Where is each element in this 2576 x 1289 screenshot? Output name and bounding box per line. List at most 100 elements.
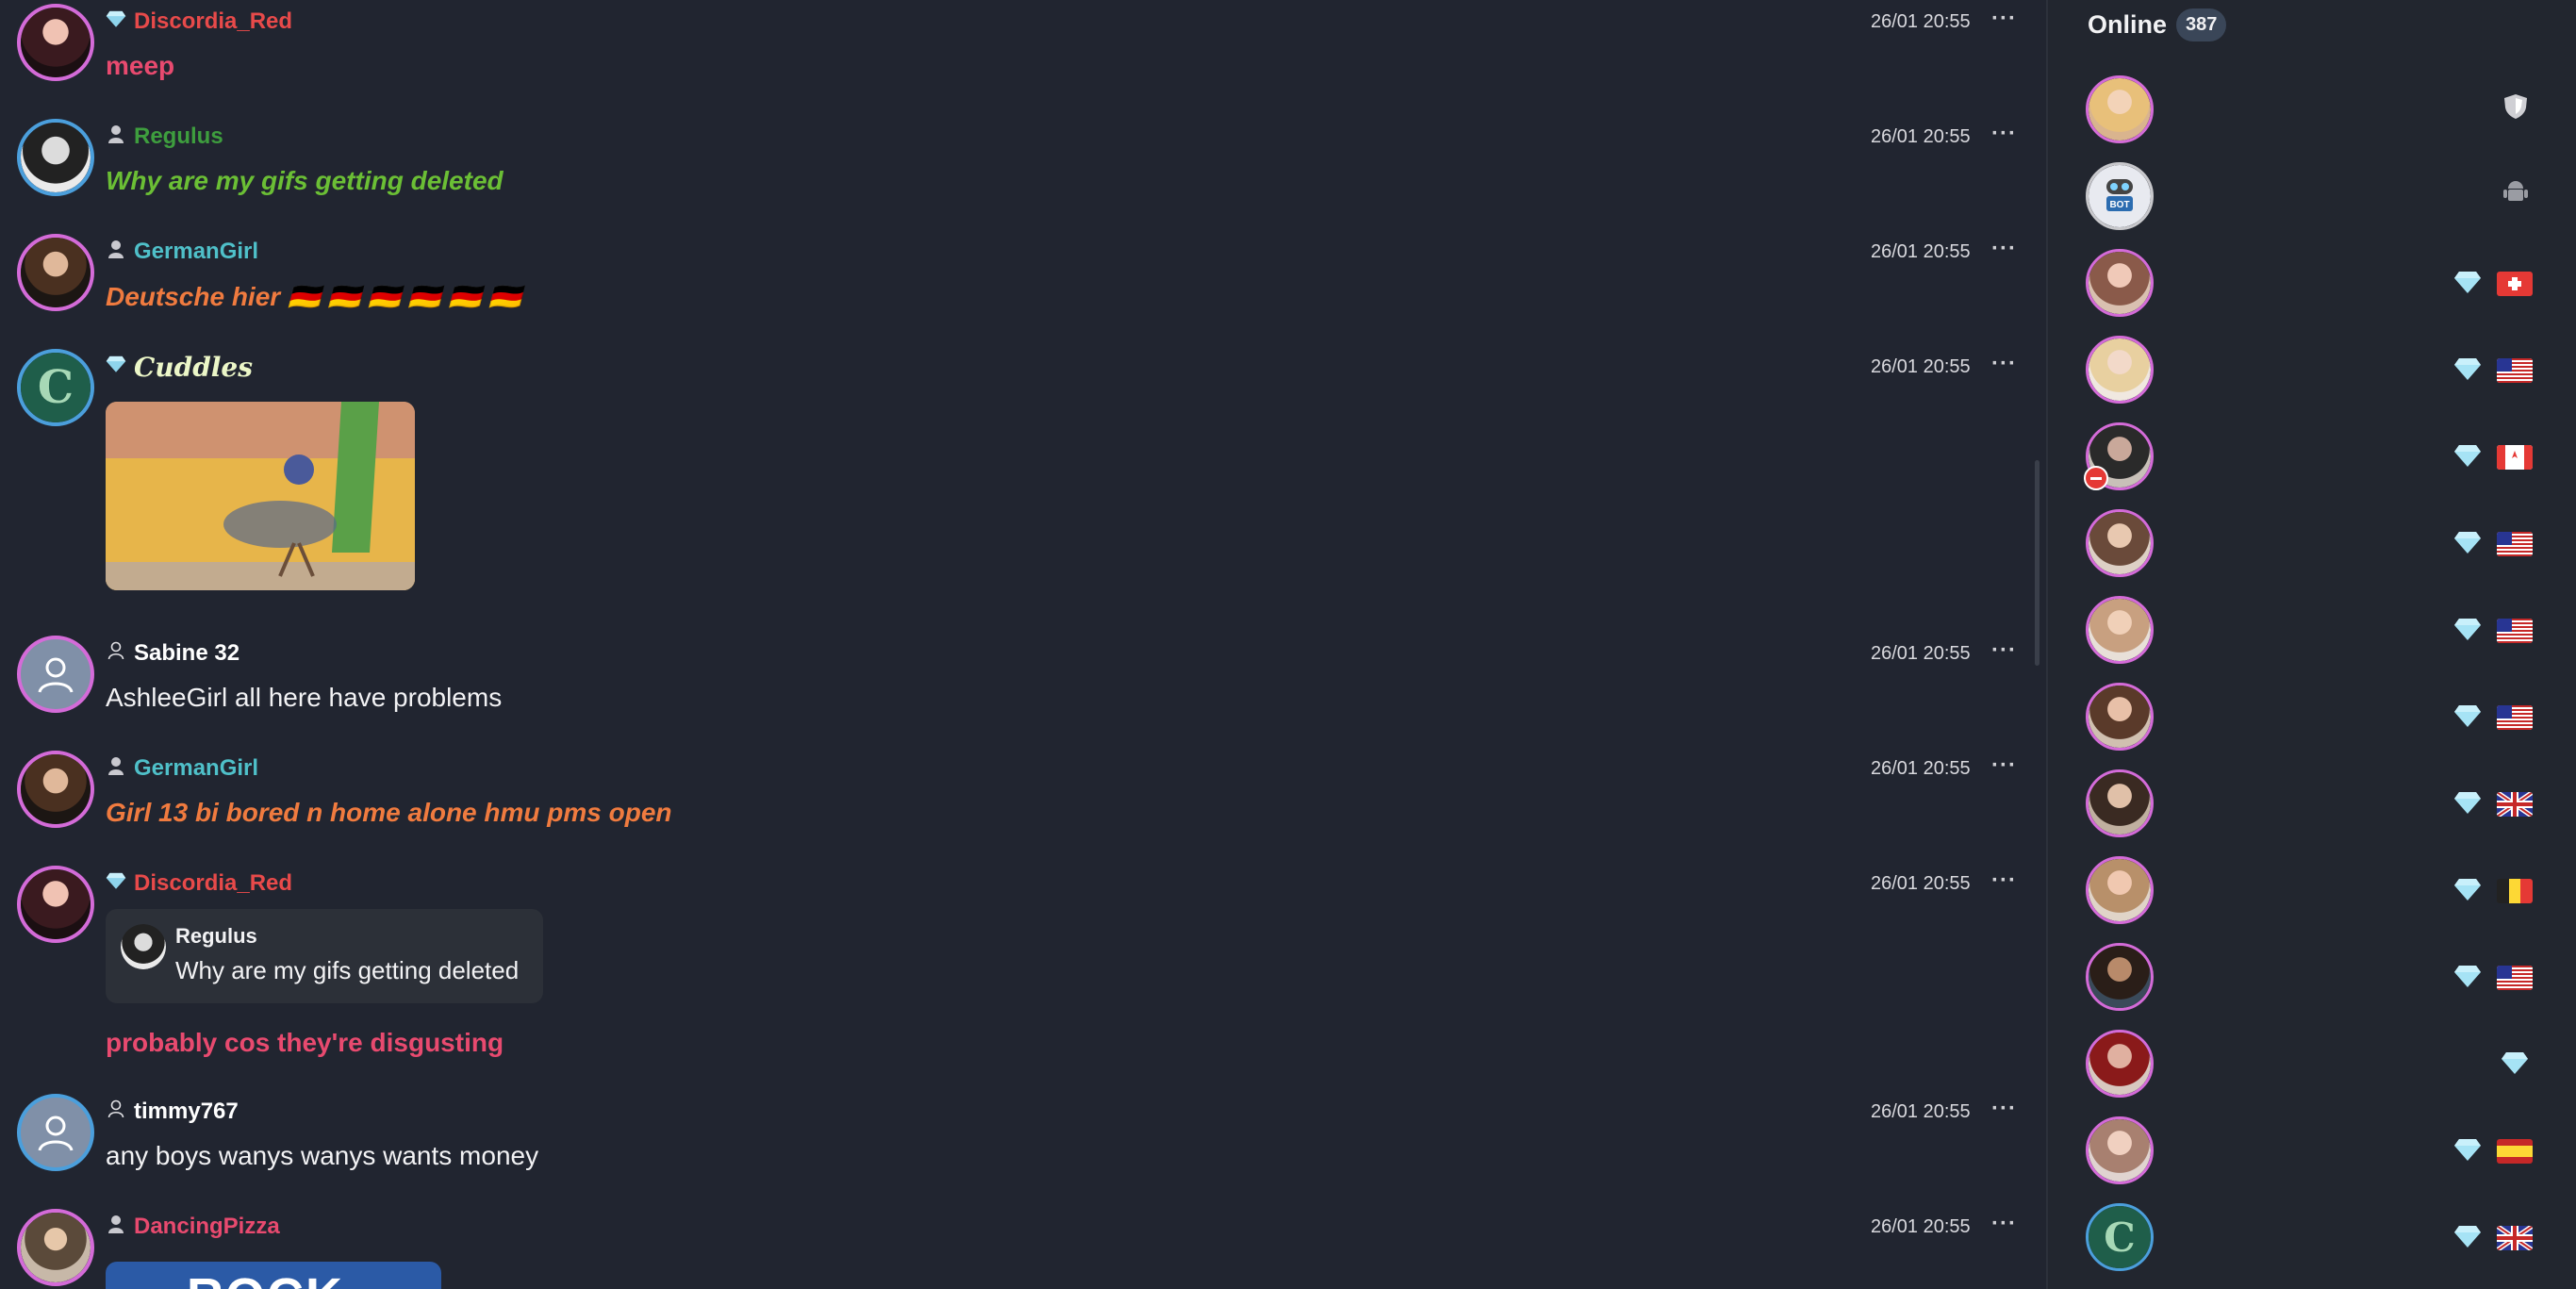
message-username[interactable]: DancingPizza — [134, 1214, 280, 1240]
message-timestamp: 26/01 20:55 — [1871, 643, 1971, 664]
chat-panel: Discordia_Red 26/01 20:55 ··· meep Regul… — [0, 0, 2046, 1289]
avatar[interactable] — [17, 866, 94, 943]
avatar[interactable]: C — [2086, 1203, 2154, 1271]
reply-avatar — [121, 924, 166, 969]
message-timestamp: 26/01 20:55 — [1871, 356, 1971, 377]
message-text: probably cos they're disgusting — [106, 1028, 504, 1057]
flag-be-icon — [2497, 879, 2533, 903]
message-timestamp: 26/01 20:55 — [1871, 873, 1971, 894]
message-more-button[interactable]: ··· — [1991, 123, 2017, 151]
shield-icon — [2502, 92, 2529, 127]
sidebar-user-nessa[interactable] — [2046, 66, 2576, 153]
message-username[interactable]: GermanGirl — [134, 239, 258, 265]
avatar[interactable] — [2086, 75, 2154, 143]
image-attachment[interactable]: ROCK — [106, 1262, 441, 1289]
avatar[interactable] — [2086, 1030, 2154, 1098]
message-more-button[interactable]: ··· — [1991, 754, 2017, 783]
person-icon — [106, 1215, 126, 1239]
user-placeholder-icon — [38, 1115, 74, 1151]
message-more-button[interactable]: ··· — [1991, 869, 2017, 898]
message-timestamp: 26/01 20:55 — [1871, 758, 1971, 779]
flag-us-icon — [2497, 532, 2533, 556]
flag-us-icon — [2497, 358, 2533, 383]
message-more-button[interactable]: ··· — [1991, 1213, 2017, 1241]
avatar[interactable] — [17, 751, 94, 828]
message-more-button[interactable]: ··· — [1991, 1098, 2017, 1126]
flag-us-icon — [2497, 619, 2533, 643]
message-timestamp: 26/01 20:55 — [1871, 1216, 1971, 1237]
gem-icon — [106, 871, 126, 896]
message-more-button[interactable]: ··· — [1991, 8, 2017, 36]
avatar[interactable] — [2086, 1116, 2154, 1184]
flag-us-icon — [2497, 705, 2533, 730]
message-timestamp: 26/01 20:55 — [1871, 11, 1971, 32]
avatar[interactable] — [2086, 683, 2154, 751]
avatar[interactable] — [2086, 336, 2154, 404]
person-icon — [106, 240, 126, 264]
person-icon — [106, 124, 126, 149]
gem-icon — [2453, 790, 2482, 821]
gem-icon — [2453, 703, 2482, 735]
reply-username: Regulus — [175, 924, 257, 948]
android-icon — [2502, 177, 2529, 212]
message-username[interactable]: timmy767 — [134, 1099, 239, 1125]
blocked-icon — [2084, 466, 2108, 490]
avatar[interactable] — [17, 4, 94, 81]
online-header: Online 387 — [2088, 6, 2227, 43]
sidebar-user-bobby[interactable]: BOT — [2046, 153, 2576, 240]
flag-us-icon — [2497, 966, 2533, 990]
message-more-button[interactable]: ··· — [1991, 238, 2017, 266]
message-username[interactable]: Discordia_Red — [134, 870, 292, 897]
image-caption: ROCK — [187, 1267, 344, 1289]
message-text: meep — [106, 51, 175, 80]
reply-quote[interactable]: Regulus Why are my gifs getting deleted — [106, 909, 543, 1003]
message-more-button[interactable]: ··· — [1991, 639, 2017, 668]
svg-text:BOT: BOT — [2109, 200, 2129, 210]
online-title: Online — [2088, 9, 2168, 39]
gem-icon — [2453, 270, 2482, 301]
avatar[interactable] — [17, 1094, 94, 1171]
flag-es-icon — [2497, 1139, 2533, 1164]
online-count-badge: 387 — [2176, 8, 2227, 41]
message-text: Deutsche hier 🇩🇪 🇩🇪 🇩🇪 🇩🇪 🇩🇪 🇩🇪 — [106, 282, 522, 311]
message-username[interactable]: Cuddles — [134, 352, 253, 383]
message-text: any boys wanys wanys wants money — [106, 1141, 539, 1170]
avatar[interactable] — [17, 234, 94, 311]
avatar[interactable] — [17, 636, 94, 713]
bot-icon: BOT — [2106, 179, 2133, 211]
gem-icon — [2453, 964, 2482, 995]
reply-text: Why are my gifs getting deleted — [175, 956, 520, 984]
gem-icon — [2453, 617, 2482, 648]
gem-icon — [2453, 877, 2482, 908]
gem-icon — [2453, 356, 2482, 388]
avatar[interactable] — [2086, 943, 2154, 1011]
chat-scrollbar[interactable] — [2035, 460, 2039, 666]
sidebar-user-carrie8765[interactable] — [2046, 1020, 2576, 1107]
gem-icon — [2453, 443, 2482, 474]
message-username[interactable]: Sabine 32 — [134, 640, 239, 667]
gem-icon — [2501, 1050, 2529, 1082]
message-username[interactable]: Regulus — [134, 124, 223, 150]
avatar[interactable] — [17, 119, 94, 196]
flag-ch-icon — [2497, 272, 2533, 296]
message-more-button[interactable]: ··· — [1991, 353, 2017, 381]
avatar[interactable]: C — [17, 349, 94, 426]
flag-ca-icon — [2497, 445, 2533, 470]
flag-gb-icon — [2497, 1226, 2533, 1250]
avatar[interactable] — [2086, 596, 2154, 664]
message-timestamp: 26/01 20:55 — [1871, 1101, 1971, 1122]
message-username[interactable]: Discordia_Red — [134, 8, 292, 35]
avatar[interactable] — [2086, 769, 2154, 837]
message-text: Why are my gifs getting deleted — [106, 166, 504, 195]
user-outline-icon — [106, 1099, 126, 1124]
gem-icon — [2453, 530, 2482, 561]
gif-image[interactable] — [106, 402, 415, 590]
avatar[interactable] — [2086, 249, 2154, 317]
message-username[interactable]: GermanGirl — [134, 755, 258, 782]
avatar[interactable] — [2086, 856, 2154, 924]
gem-icon — [106, 9, 126, 34]
gem-icon — [2453, 1224, 2482, 1255]
avatar[interactable] — [2086, 509, 2154, 577]
avatar[interactable] — [17, 1209, 94, 1286]
avatar[interactable]: BOT — [2086, 162, 2154, 230]
